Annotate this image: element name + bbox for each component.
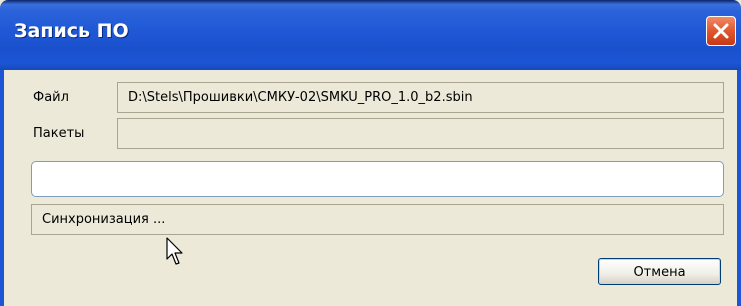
window-frame-right [737,70,741,306]
status-field: Синхронизация ... [31,204,724,235]
close-button[interactable] [706,16,736,46]
window-frame-left [0,70,4,306]
mouse-cursor-icon [166,237,183,265]
packets-field [117,118,724,149]
progress-bar [31,161,724,197]
title-bar[interactable]: Запись ПО [0,0,741,70]
window-title: Запись ПО [14,20,129,42]
close-x-icon [713,23,729,39]
packets-label: Пакеты [33,126,85,141]
cancel-button[interactable]: Отмена [598,258,721,285]
file-label: Файл [33,90,69,105]
file-path-field: D:\Stels\Прошивки\СМКУ-02\SMKU_PRO_1.0_b… [117,82,724,113]
